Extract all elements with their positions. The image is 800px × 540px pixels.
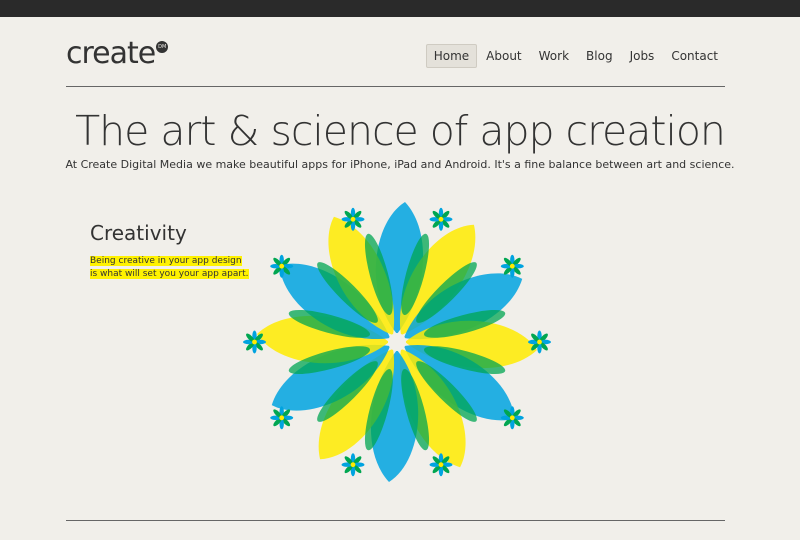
small-flower-center bbox=[509, 415, 515, 421]
logo-text: create bbox=[66, 36, 156, 71]
nav-item-about[interactable]: About bbox=[478, 44, 529, 68]
small-flower bbox=[270, 406, 294, 430]
small-flower bbox=[270, 254, 294, 278]
small-flower bbox=[500, 406, 524, 430]
small-flower-center bbox=[350, 216, 356, 222]
main-nav: Home About Work Blog Jobs Contact bbox=[425, 44, 726, 68]
nav-item-home[interactable]: Home bbox=[425, 44, 478, 68]
small-flower-center bbox=[252, 339, 257, 345]
logo-badge: DM bbox=[156, 41, 169, 53]
flower-illustration bbox=[243, 202, 551, 482]
feature-description: Being creative in your app design is wha… bbox=[90, 255, 250, 281]
feature-title: Creativity bbox=[90, 221, 187, 245]
flower-center bbox=[388, 333, 406, 351]
top-bar bbox=[0, 0, 800, 17]
nav-item-jobs[interactable]: Jobs bbox=[622, 44, 663, 68]
small-flower-center bbox=[279, 415, 285, 421]
footer-divider bbox=[66, 520, 725, 521]
page-headline: The art & science of app creation bbox=[75, 107, 726, 155]
small-flower bbox=[429, 453, 453, 477]
logo[interactable]: create DM bbox=[66, 36, 169, 71]
small-flower bbox=[500, 254, 524, 278]
small-flower-center bbox=[350, 462, 356, 468]
small-flower bbox=[341, 453, 365, 477]
small-flower bbox=[341, 207, 365, 231]
small-flower bbox=[528, 330, 551, 354]
small-flower bbox=[429, 207, 453, 231]
small-flower-center bbox=[438, 216, 444, 222]
feature-description-text: Being creative in your app design is wha… bbox=[90, 256, 249, 279]
header-divider bbox=[66, 86, 725, 87]
nav-item-contact[interactable]: Contact bbox=[663, 44, 726, 68]
intro-text: At Create Digital Media we make beautifu… bbox=[65, 158, 735, 171]
flower-petals bbox=[257, 202, 537, 482]
small-flower bbox=[243, 330, 266, 354]
small-flower-center bbox=[279, 263, 285, 269]
nav-item-blog[interactable]: Blog bbox=[578, 44, 621, 68]
nav-item-work[interactable]: Work bbox=[531, 44, 577, 68]
small-flower-center bbox=[438, 462, 444, 468]
small-flower-center bbox=[509, 263, 515, 269]
small-flower-center bbox=[537, 339, 542, 345]
